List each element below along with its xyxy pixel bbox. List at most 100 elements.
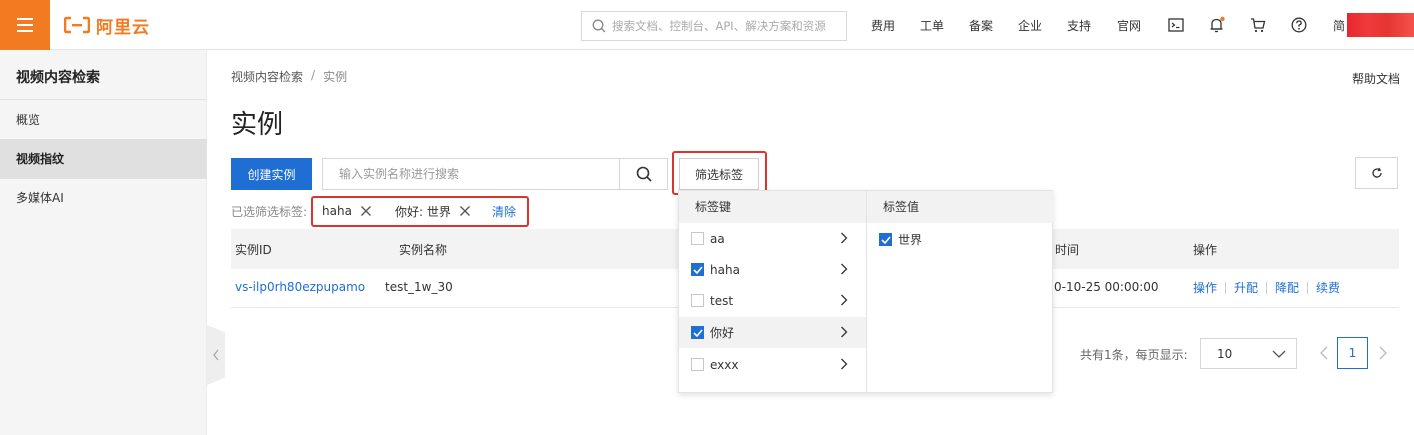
refresh-icon bbox=[1371, 167, 1382, 178]
checkbox-unchecked[interactable] bbox=[691, 294, 704, 307]
tag-key-label: test bbox=[710, 293, 734, 308]
column-header-instance-name: 实例名称 bbox=[399, 243, 448, 257]
menu-icon-line bbox=[17, 30, 33, 32]
cart-icon[interactable] bbox=[1248, 15, 1268, 35]
action-renew[interactable]: 续费 bbox=[1316, 279, 1340, 296]
breadcrumb-separator: / bbox=[311, 68, 316, 82]
menu-button[interactable] bbox=[0, 0, 50, 50]
tag-key-option-aa[interactable]: aa bbox=[679, 223, 866, 254]
sidebar-collapse-handle[interactable] bbox=[207, 325, 225, 385]
tag-key-option-test[interactable]: test bbox=[679, 285, 866, 316]
sidebar-title: 视频内容检索 bbox=[16, 70, 100, 86]
chevron-right-icon bbox=[838, 325, 850, 339]
tag-filter-dropdown: 标签键 标签值 aa haha test 你好 exxx 世界 bbox=[678, 190, 1054, 394]
tag-key-label: aa bbox=[710, 231, 725, 246]
tag-key-option-haha[interactable]: haha bbox=[679, 254, 866, 285]
chevron-right-icon bbox=[838, 357, 850, 371]
instance-search-input[interactable] bbox=[323, 159, 619, 189]
prev-page-button[interactable] bbox=[1317, 344, 1331, 362]
clear-tags-link[interactable]: 清除 bbox=[492, 203, 516, 220]
logo-text: 阿里云 bbox=[96, 17, 150, 38]
create-instance-button[interactable]: 创建实例 bbox=[231, 158, 312, 190]
nav-enterprise[interactable]: 企业 bbox=[1018, 17, 1042, 35]
aliyun-logo[interactable]: 阿里云 bbox=[64, 14, 150, 38]
sidebar-item-video-fingerprint[interactable]: 视频指纹 bbox=[0, 139, 207, 179]
bell-icon[interactable] bbox=[1207, 15, 1227, 35]
page-size-value: 10 bbox=[1217, 346, 1233, 361]
nav-support[interactable]: 支持 bbox=[1067, 17, 1091, 35]
checkbox-unchecked[interactable] bbox=[691, 232, 704, 245]
close-icon[interactable] bbox=[360, 205, 372, 217]
menu-icon-line bbox=[17, 18, 33, 20]
chevron-right-icon bbox=[838, 262, 850, 276]
global-search[interactable] bbox=[581, 11, 847, 41]
redacted-username bbox=[1347, 13, 1414, 37]
aliyun-logo-icon bbox=[64, 16, 90, 34]
chevron-down-icon bbox=[1272, 350, 1286, 358]
column-header-actions: 操作 bbox=[1193, 243, 1218, 257]
dropdown-column-divider bbox=[866, 191, 867, 394]
checkbox-checked[interactable] bbox=[879, 233, 892, 246]
chevron-left-icon bbox=[213, 349, 219, 361]
tag-key-header: 标签键 bbox=[679, 191, 866, 223]
instance-id-link[interactable]: vs-ilp0rh80ezpupamo bbox=[235, 280, 365, 294]
action-divider bbox=[1307, 281, 1309, 294]
close-icon[interactable] bbox=[459, 205, 471, 217]
tag-value-option-shijie[interactable]: 世界 bbox=[879, 231, 922, 248]
search-icon bbox=[592, 19, 606, 33]
row-actions: 操作 升配 降配 续费 bbox=[1193, 279, 1340, 296]
instance-search-button[interactable] bbox=[619, 159, 667, 189]
tag-key-option-exxx[interactable]: exxx bbox=[679, 349, 866, 380]
page-size-select[interactable]: 10 bbox=[1200, 338, 1297, 369]
nav-icp[interactable]: 备案 bbox=[969, 17, 993, 35]
nav-tickets[interactable]: 工单 bbox=[920, 17, 944, 35]
user-name-prefix: 简 bbox=[1333, 18, 1346, 33]
checkbox-checked[interactable] bbox=[691, 326, 704, 339]
selected-tag-label: haha bbox=[322, 204, 352, 218]
nav-official-site[interactable]: 官网 bbox=[1117, 17, 1141, 35]
menu-icon-line bbox=[17, 24, 33, 26]
page-title: 实例 bbox=[231, 110, 284, 140]
column-header-instance-id: 实例ID bbox=[235, 243, 272, 257]
action-downgrade[interactable]: 降配 bbox=[1275, 279, 1299, 296]
tag-value-label: 世界 bbox=[898, 233, 923, 247]
sidebar-item-multimedia-ai[interactable]: 多媒体AI bbox=[0, 178, 207, 218]
help-icon[interactable] bbox=[1289, 15, 1309, 35]
selected-tag-label: 你好: 世界 bbox=[395, 204, 451, 219]
column-header-time: 时间 bbox=[1055, 243, 1080, 257]
sidebar: 视频内容检索 概览 视频指纹 多媒体AI bbox=[0, 50, 207, 435]
chevron-left-icon bbox=[1320, 346, 1328, 360]
nav-billing[interactable]: 费用 bbox=[871, 17, 895, 35]
chevron-right-icon bbox=[838, 293, 850, 307]
selected-tags-label: 已选筛选标签: bbox=[231, 205, 308, 219]
filter-tags-button[interactable]: 筛选标签 bbox=[679, 158, 759, 190]
action-divider bbox=[1266, 281, 1268, 294]
next-page-button[interactable] bbox=[1376, 344, 1390, 362]
search-icon bbox=[636, 166, 652, 182]
help-doc-link[interactable]: 帮助文档 bbox=[1352, 70, 1400, 87]
action-operate[interactable]: 操作 bbox=[1193, 279, 1217, 296]
action-upgrade[interactable]: 升配 bbox=[1234, 279, 1258, 296]
top-bar: 阿里云 费用 工单 备案 企业 支持 官网 简 bbox=[0, 0, 1414, 50]
action-divider bbox=[1225, 281, 1227, 294]
tag-key-label: 你好 bbox=[710, 326, 735, 340]
selected-tag: haha bbox=[322, 201, 372, 221]
tag-key-label: haha bbox=[710, 262, 740, 277]
tag-key-option-nihao[interactable]: 你好 bbox=[679, 317, 866, 348]
breadcrumb-current: 实例 bbox=[323, 70, 348, 84]
instance-name-cell: test_1w_30 bbox=[385, 280, 453, 294]
chevron-right-icon bbox=[838, 231, 850, 245]
breadcrumb: 视频内容检索 / 实例 bbox=[231, 68, 347, 85]
global-search-input[interactable] bbox=[612, 19, 840, 33]
sidebar-item-overview[interactable]: 概览 bbox=[0, 100, 207, 140]
terminal-icon[interactable] bbox=[1166, 15, 1186, 35]
pagination-total: 共有1条，每页显示: bbox=[1080, 348, 1188, 362]
checkbox-unchecked[interactable] bbox=[691, 358, 704, 371]
instance-search bbox=[322, 158, 668, 190]
refresh-button[interactable] bbox=[1355, 157, 1398, 189]
checkbox-checked[interactable] bbox=[691, 263, 704, 276]
breadcrumb-parent[interactable]: 视频内容检索 bbox=[231, 68, 303, 85]
user-account[interactable]: 简 bbox=[1333, 13, 1414, 37]
page-number-current[interactable]: 1 bbox=[1337, 337, 1368, 369]
chevron-right-icon bbox=[1379, 346, 1387, 360]
